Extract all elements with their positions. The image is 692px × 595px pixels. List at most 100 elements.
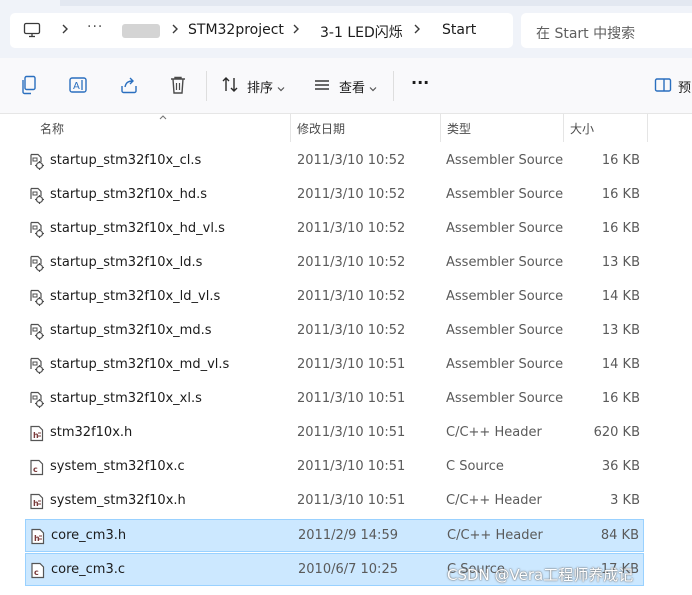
asm-file-icon[interactable] [29,153,45,174]
toolbar-divider [393,71,394,101]
asm-file-icon[interactable] [29,255,45,276]
file-modified-date: 2011/3/10 10:52 [297,323,406,338]
search-placeholder[interactable]: 在 Start 中搜索 [536,23,635,43]
file-modified-date: 2011/3/10 10:51 [297,425,406,440]
tab-strip [60,0,692,6]
file-row[interactable]: startup_stm32f10x_md.s 2011/3/10 10:52 Ass… [25,315,644,348]
column-divider[interactable] [290,114,291,142]
file-row[interactable]: startup_stm32f10x_ld.s 2011/3/10 10:52 Ass… [25,247,644,280]
asm-file-icon[interactable] [29,187,45,208]
column-divider[interactable] [563,114,564,142]
file-modified-date: 2011/3/10 10:52 [297,289,406,304]
file-name: startup_stm32f10x_ld_vl.s [50,289,221,304]
preview-button[interactable]: 预 [678,77,691,96]
column-header-date[interactable]: 修改日期 [297,120,345,137]
file-modified-date: 2011/3/10 10:51 [297,459,406,474]
file-type: Assembler Source [446,289,564,304]
file-size: 16 KB [601,221,640,236]
file-modified-date: 2011/2/9 14:59 [298,528,398,543]
file-name: core_cm3.h [51,528,127,543]
asm-file-icon[interactable] [29,323,45,344]
redacted-crumb [122,24,160,38]
file-modified-date: 2011/3/10 10:51 [297,391,406,406]
chevron-down-icon[interactable] [368,79,378,98]
sort-icon[interactable] [220,75,240,99]
rename-icon[interactable]: A [68,75,88,99]
share-icon[interactable] [119,75,139,99]
view-button[interactable]: 查看 [339,77,365,96]
asm-file-icon[interactable] [29,221,45,242]
sort-button[interactable]: 排序 [247,77,273,96]
file-modified-date: 2010/6/7 10:25 [298,562,398,577]
file-row[interactable]: startup_stm32f10x_cl.s 2011/3/10 10:52 Ass… [25,145,644,178]
column-divider[interactable] [440,114,441,142]
asm-file-icon[interactable] [29,289,45,310]
copy-icon[interactable] [20,75,38,99]
file-type: C Source [446,459,504,474]
file-size: 13 KB [601,323,640,338]
toolbar-divider [206,71,207,101]
column-header-row: 名称 修改日期 类型 大小 [0,114,692,142]
file-name: system_stm32f10x.c [50,459,185,474]
search-box[interactable]: 在 Start 中搜索 [521,13,692,48]
file-modified-date: 2011/3/10 10:52 [297,153,406,168]
file-name: startup_stm32f10x_cl.s [50,153,202,168]
file-type: Assembler Source [446,357,564,372]
chevron-right-icon[interactable] [291,21,301,41]
svg-text:c: c [33,465,38,474]
file-type: Assembler Source [446,153,564,168]
column-header-type[interactable]: 类型 [447,120,471,137]
breadcrumb-overflow[interactable]: ··· [87,19,103,35]
file-row[interactable]: startup_stm32f10x_xl.s 2011/3/10 10:51 Ass… [25,383,644,416]
file-row[interactable]: h system_stm32f10x.h 2011/3/10 10:51 C/C++ … [25,485,644,518]
file-name: startup_stm32f10x_hd_vl.s [50,221,225,236]
file-size: 14 KB [601,289,640,304]
computer-icon[interactable] [23,22,41,42]
breadcrumb-stm32project[interactable]: STM32project [188,22,284,38]
column-header-name[interactable]: 名称 [40,120,64,137]
file-modified-date: 2011/3/10 10:52 [297,221,406,236]
preview-pane-icon[interactable] [654,75,672,99]
asm-file-icon[interactable] [29,357,45,378]
breadcrumb-start[interactable]: Start [442,22,476,38]
asm-file-icon[interactable] [29,391,45,412]
file-name: stm32f10x.h [50,425,133,440]
sort-ascending-icon [158,110,168,124]
file-type: Assembler Source [446,187,564,202]
file-size: 84 KB [600,528,639,543]
file-type: C/C++ Header [447,528,543,543]
file-row[interactable]: startup_stm32f10x_hd_vl.s 2011/3/10 10:52… [25,213,644,246]
column-header-size[interactable]: 大小 [570,120,594,137]
file-row[interactable]: h stm32f10x.h 2011/3/10 10:51 C/C++ Header 6… [25,417,644,450]
chevron-right-icon[interactable] [412,21,422,41]
address-bar[interactable]: ··· STM32project 3-1 LED闪烁 Start [10,13,513,48]
view-icon[interactable] [312,75,332,99]
file-modified-date: 2011/3/10 10:52 [297,187,406,202]
file-size: 36 KB [601,459,640,474]
command-bar: A 排序 查看 ··· 预 [0,58,692,114]
header-file-icon[interactable]: h [30,528,46,549]
column-divider[interactable] [647,114,648,142]
chevron-right-icon[interactable] [170,21,180,41]
header-file-icon[interactable]: h [29,425,45,446]
file-row[interactable]: c system_stm32f10x.c 2011/3/10 10:51 C Sour… [25,451,644,484]
breadcrumb-led-blink[interactable]: 3-1 LED闪烁 [320,22,403,42]
file-name: system_stm32f10x.h [50,493,186,508]
file-row[interactable]: startup_stm32f10x_hd.s 2011/3/10 10:52 Ass… [25,179,644,212]
chevron-down-icon[interactable] [276,79,286,98]
file-row[interactable]: h core_cm3.h 2011/2/9 14:59 C/C++ Header 84 … [25,519,644,552]
more-options-button[interactable]: ··· [411,73,429,92]
c-file-icon[interactable]: c [30,562,46,583]
file-row[interactable]: startup_stm32f10x_md_vl.s 2011/3/10 10:51… [25,349,644,382]
file-row[interactable]: startup_stm32f10x_ld_vl.s 2011/3/10 10:52… [25,281,644,314]
header-file-icon[interactable]: h [29,493,45,514]
delete-icon[interactable] [169,75,187,99]
file-size: 16 KB [601,391,640,406]
file-type: Assembler Source [446,221,564,236]
file-type: Assembler Source [446,323,564,338]
file-name: startup_stm32f10x_md_vl.s [50,357,230,372]
c-file-icon[interactable]: c [29,459,45,480]
file-size: 3 KB [610,493,640,508]
file-size: 16 KB [601,153,640,168]
chevron-right-icon[interactable] [60,21,70,41]
